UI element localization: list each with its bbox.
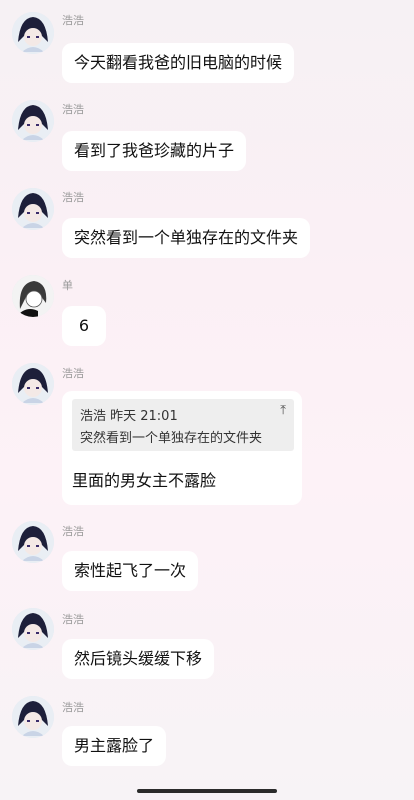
- anime-avatar-icon: [12, 100, 54, 142]
- sender-name: 浩浩: [62, 14, 84, 27]
- sender-name: 浩浩: [62, 367, 84, 380]
- sender-name: 浩浩: [62, 525, 84, 538]
- message-bubble[interactable]: 看到了我爸珍藏的片子: [62, 131, 247, 171]
- avatar[interactable]: [12, 188, 54, 230]
- anime-avatar-icon: [12, 696, 54, 738]
- sender-name: 浩浩: [62, 191, 84, 204]
- message-bubble[interactable]: 6: [62, 306, 106, 346]
- quoted-message[interactable]: 浩浩 昨天 21:01 ⤒ 突然看到一个单独存在的文件夹: [72, 399, 294, 451]
- avatar[interactable]: [12, 696, 54, 738]
- arrow-up-to-top-icon[interactable]: ⤒: [280, 403, 286, 418]
- sender-name: 浩浩: [62, 103, 84, 116]
- anime-avatar-icon: [12, 188, 54, 230]
- avatar[interactable]: [12, 608, 54, 650]
- message-bubble[interactable]: 男主露脸了: [62, 726, 167, 766]
- avatar[interactable]: [12, 12, 54, 54]
- quote-header: 浩浩 昨天 21:01: [80, 409, 178, 424]
- message-text: 里面的男女主不露脸: [72, 471, 217, 490]
- anime-avatar-icon: [12, 363, 54, 405]
- sender-name: 浩浩: [62, 701, 84, 714]
- message-bubble[interactable]: 索性起飞了一次: [62, 551, 199, 591]
- sender-name: 单: [62, 279, 73, 292]
- sender-name: 浩浩: [62, 613, 84, 626]
- avatar[interactable]: [12, 363, 54, 405]
- home-indicator[interactable]: [137, 789, 277, 793]
- quote-text: 突然看到一个单独存在的文件夹: [80, 431, 263, 446]
- message-bubble[interactable]: 突然看到一个单独存在的文件夹: [62, 218, 311, 258]
- avatar[interactable]: [12, 521, 54, 563]
- avatar[interactable]: [12, 275, 54, 317]
- anime-avatar-icon: [12, 608, 54, 650]
- message-bubble[interactable]: 然后镜头缓缓下移: [62, 639, 215, 679]
- avatar[interactable]: [12, 100, 54, 142]
- message-bubble-with-quote[interactable]: 浩浩 昨天 21:01 ⤒ 突然看到一个单独存在的文件夹 里面的男女主不露脸: [62, 391, 302, 505]
- sketch-avatar-icon: [12, 275, 54, 317]
- message-bubble[interactable]: 今天翻看我爸的旧电脑的时候: [62, 43, 295, 83]
- anime-avatar-icon: [12, 12, 54, 54]
- anime-avatar-icon: [12, 521, 54, 563]
